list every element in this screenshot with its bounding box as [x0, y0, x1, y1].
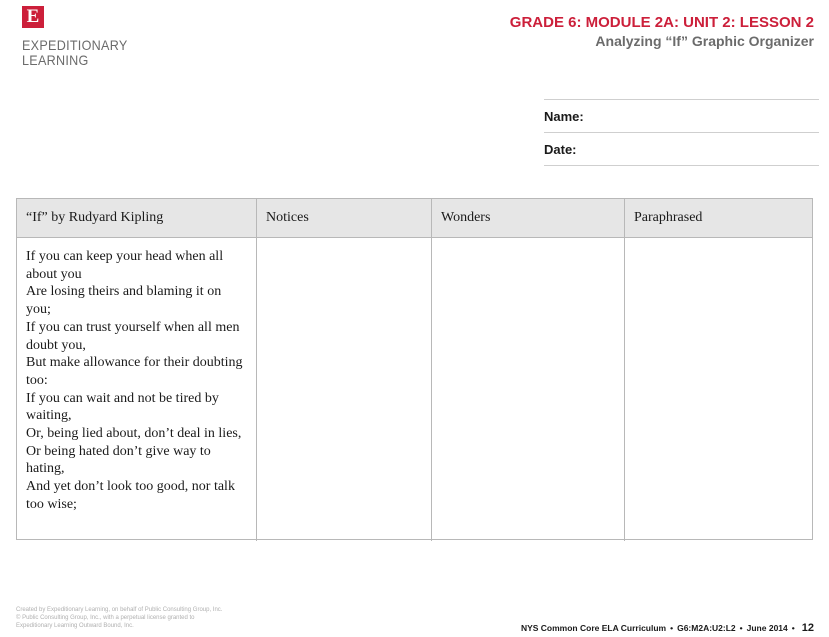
graphic-organizer-table: “If” by Rudyard Kipling Notices Wonders … [16, 198, 813, 541]
bullet-separator: • [670, 623, 674, 633]
header-notices: Notices [257, 199, 432, 237]
logo-wordmark: EXPEDITIONARY LEARNING [22, 38, 130, 68]
logo: E EXPEDITIONARY LEARNING [22, 6, 142, 68]
paraphrased-cell[interactable] [625, 238, 812, 541]
poem-cell: If you can keep your head when all about… [17, 238, 257, 541]
poem-line: If you can wait and not be tired by wait… [26, 390, 219, 424]
page-number: 12 [801, 622, 814, 634]
credit-line-2: © Public Consulting Group, Inc., with a … [16, 615, 195, 621]
curriculum-name: NYS Common Core ELA Curriculum [520, 623, 667, 633]
logo-mark-icon: E [22, 6, 44, 28]
credit-line-3: Expeditionary Learning Outward Bound, In… [16, 623, 134, 629]
lesson-code: G6:M2A:U2:L2 [677, 623, 736, 633]
wonders-cell[interactable] [432, 238, 625, 541]
table-row: If you can keep your head when all about… [17, 238, 812, 541]
poem-line: But make allowance for their doubting to… [26, 355, 243, 388]
poem-line: Or being hated don’t give way to hating, [26, 443, 211, 477]
table-header-row: “If” by Rudyard Kipling Notices Wonders … [17, 199, 812, 238]
name-label: Name: [544, 108, 584, 124]
date-label: Date: [544, 141, 577, 157]
poem-line: Are losing theirs and blaming it on you; [26, 284, 222, 318]
poem-line: If you can trust yourself when all men d… [26, 319, 240, 353]
header-poem: “If” by Rudyard Kipling [17, 199, 257, 237]
page-footer: NYS Common Core ELA Curriculum • G6:M2A:U2… [521, 622, 814, 634]
poem-line: Or, being lied about, don’t deal in lies… [26, 426, 242, 442]
logo-line-2: LEARNING [22, 52, 89, 68]
poem-line: And yet don’t look too good, nor talk to… [26, 479, 235, 512]
footer-date: June 2014 [746, 623, 788, 633]
logo-mark-letter: E [26, 6, 40, 27]
copyright-notice: Created by Expeditionary Learning, on be… [16, 606, 276, 630]
organizer-subtitle: Analyzing “If” Graphic Organizer [595, 33, 814, 49]
logo-line-1: EXPEDITIONARY [22, 37, 128, 53]
header-paraphrased: Paraphrased [634, 210, 703, 225]
lesson-title: GRADE 6: MODULE 2A: UNIT 2: LESSON 2 [509, 14, 814, 31]
page-header: GRADE 6: MODULE 2A: UNIT 2: LESSON 2 Ana… [510, 14, 814, 50]
credit-line-1: Created by Expeditionary Learning, on be… [16, 607, 223, 613]
name-field[interactable]: Name: [544, 99, 819, 132]
poem-line: If you can keep your head when all about… [26, 249, 224, 282]
bullet-separator: • [739, 623, 743, 633]
date-field[interactable]: Date: [544, 132, 819, 166]
bullet-separator: • [791, 623, 795, 633]
notices-cell[interactable] [257, 238, 432, 541]
name-date-block: Name: Date: [544, 99, 819, 166]
header-wonders: Wonders [432, 199, 625, 237]
